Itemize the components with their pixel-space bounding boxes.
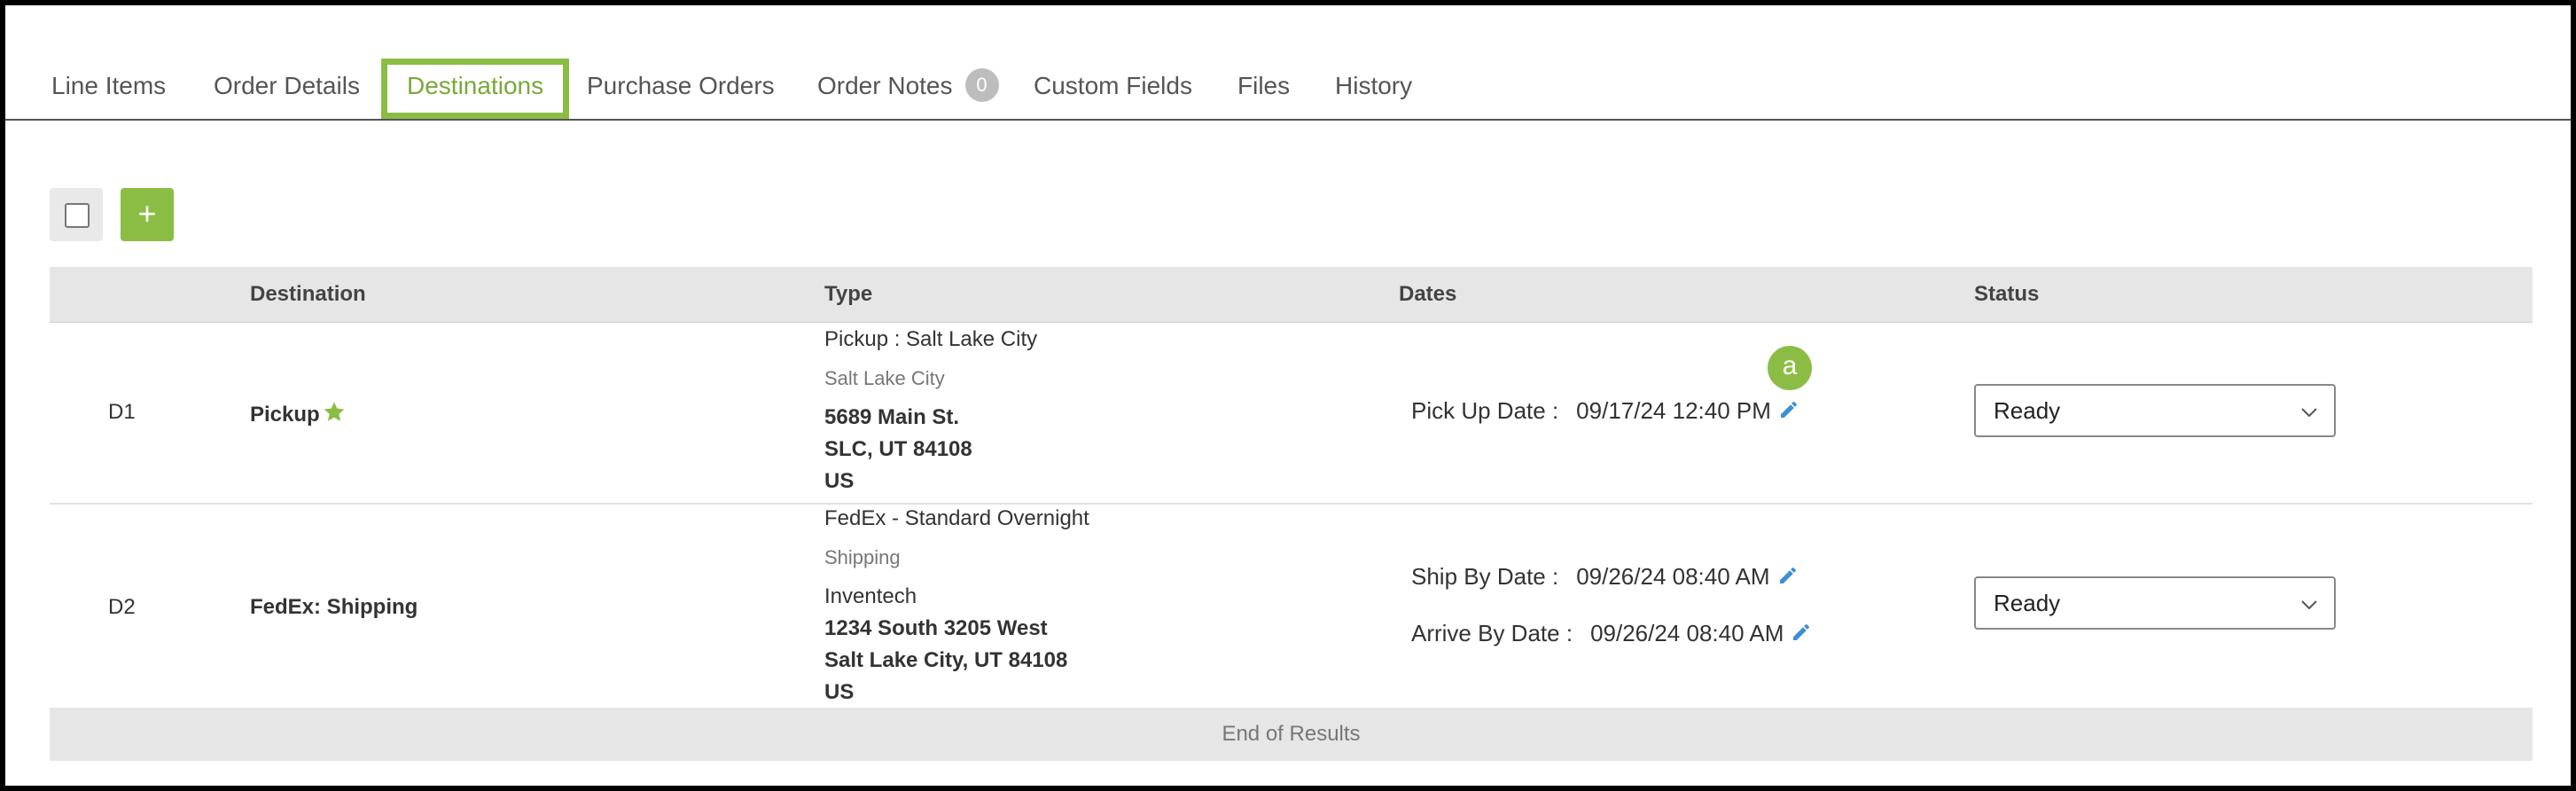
row-code: D1: [108, 400, 136, 424]
row-code: D2: [108, 595, 136, 619]
type-location: Salt Lake City: [824, 367, 945, 389]
checkbox-box: [65, 203, 90, 228]
address-line-2: SLC, UT 84108: [824, 437, 972, 461]
pickup-date: Pick Up Date : 09/17/24 12:40 PM: [1411, 397, 1799, 427]
date-value: 09/17/24 12:40 PM: [1576, 397, 1771, 424]
end-of-results: End of Results: [50, 708, 2533, 761]
arrive-by-date: Arrive By Date : 09/26/24 08:40 AM: [1411, 620, 1812, 649]
type-location: Shipping: [824, 546, 901, 568]
annotation-marker: a: [1768, 346, 1812, 390]
header-status: Status: [1974, 282, 2040, 306]
type-title: Pickup : Salt Lake City: [824, 327, 1038, 351]
date-label: Arrive By Date :: [1411, 620, 1573, 646]
table-row[interactable]: D2 FedEx: Shipping FedEx - Standard Over…: [50, 503, 2533, 709]
order-notes-count-badge: 0: [964, 67, 999, 102]
status-dropdown[interactable]: Ready: [1974, 576, 2336, 630]
tab-custom-fields[interactable]: Custom Fields: [1034, 59, 1192, 119]
tab-destinations[interactable]: Destinations: [381, 59, 570, 119]
status-value: Ready: [1994, 590, 2061, 616]
type-cell: Pickup : Salt Lake City Salt Lake City 5…: [824, 324, 1037, 497]
date-value: 09/26/24 08:40 AM: [1576, 563, 1770, 590]
header-destination: Destination: [250, 282, 366, 306]
primary-star-icon: [322, 400, 347, 431]
date-label: Pick Up Date :: [1411, 397, 1559, 424]
tab-line-items[interactable]: Line Items: [51, 59, 166, 119]
tab-order-notes-label: Order Notes: [817, 72, 953, 99]
destination-name: Pickup: [250, 400, 347, 431]
tab-order-details[interactable]: Order Details: [214, 59, 360, 119]
ship-by-date: Ship By Date : 09/26/24 08:40 AM: [1411, 563, 1799, 592]
destination-name: FedEx: Shipping: [250, 595, 418, 619]
tab-bar: Line Items Order Details Destinations Pu…: [5, 59, 2571, 121]
tab-history[interactable]: History: [1335, 59, 1412, 119]
status-dropdown[interactable]: Ready: [1974, 384, 2336, 437]
header-type: Type: [824, 282, 873, 306]
add-destination-button[interactable]: +: [121, 188, 174, 241]
address-line-3: US: [824, 469, 855, 493]
address-line-1: 5689 Main St.: [824, 405, 960, 429]
table-row[interactable]: D1 Pickup Pickup : Salt Lake City Salt L…: [50, 322, 2533, 505]
address-line-3: US: [824, 680, 855, 704]
tab-purchase-orders[interactable]: Purchase Orders: [587, 59, 775, 119]
type-title: FedEx - Standard Overnight: [824, 506, 1089, 530]
edit-pencil-icon[interactable]: [1791, 622, 1812, 649]
address-line-2: Salt Lake City, UT 84108: [824, 648, 1068, 672]
chevron-down-icon: [2299, 402, 2320, 427]
edit-pencil-icon[interactable]: [1778, 399, 1799, 427]
address-line-1: 1234 South 3205 West: [824, 616, 1048, 640]
tab-order-notes[interactable]: Order Notes 0: [817, 59, 999, 119]
address-name: Inventech: [824, 584, 917, 608]
app-frame: Line Items Order Details Destinations Pu…: [5, 5, 2571, 786]
header-dates: Dates: [1399, 282, 1457, 306]
chevron-down-icon: [2299, 594, 2320, 620]
destination-label: Pickup: [250, 402, 320, 427]
type-cell: FedEx - Standard Overnight Shipping Inve…: [824, 503, 1089, 709]
status-value: Ready: [1994, 397, 2061, 424]
date-label: Ship By Date :: [1411, 563, 1559, 590]
edit-pencil-icon[interactable]: [1777, 565, 1799, 592]
select-all-checkbox[interactable]: [50, 188, 103, 241]
tab-files[interactable]: Files: [1237, 59, 1290, 119]
table-header: Destination Type Dates Status: [50, 267, 2533, 323]
date-value: 09/26/24 08:40 AM: [1590, 620, 1784, 646]
